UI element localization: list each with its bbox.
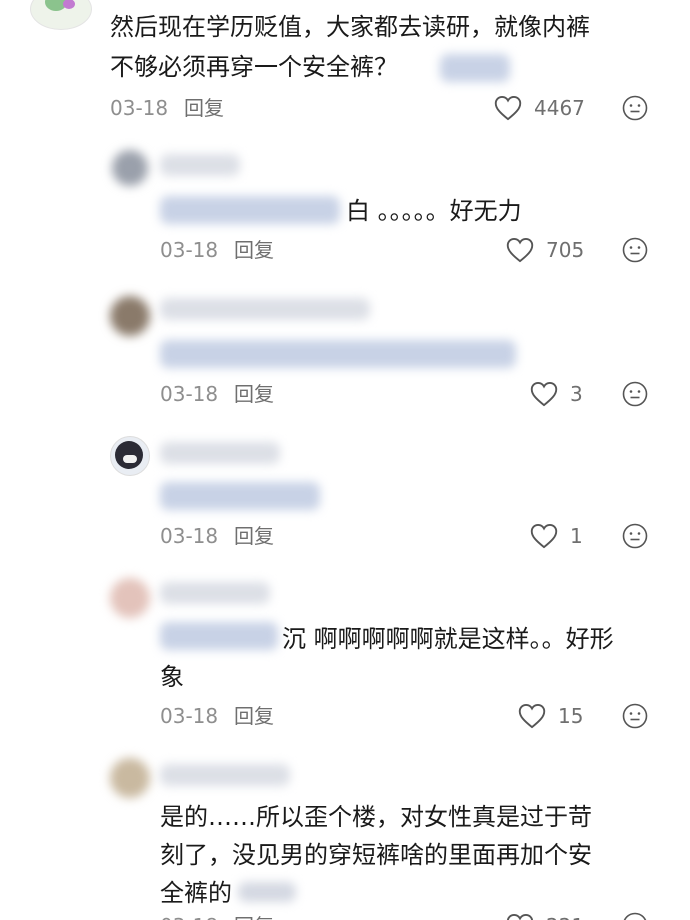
reply-button[interactable]: 回复 [234, 236, 274, 264]
like-count: 705 [546, 238, 585, 262]
like-count: 221 [546, 914, 584, 920]
heart-outline-icon [494, 95, 522, 121]
avatar[interactable] [30, 0, 92, 30]
reply-button[interactable]: 回复 [234, 702, 274, 730]
heart-outline-icon [506, 913, 534, 920]
blurred-username [160, 582, 270, 604]
reply-button[interactable]: 回复 [234, 522, 274, 550]
emoji-face-icon[interactable] [622, 703, 648, 729]
blurred-username [160, 442, 280, 464]
avatar[interactable] [110, 758, 150, 798]
comment-text: 不够必须再穿一个安全裤？ [110, 53, 398, 81]
blurred-username [160, 154, 240, 176]
comment-date: 03-18 [160, 238, 219, 262]
like-count: 15 [558, 704, 584, 728]
like-count: 1 [570, 524, 583, 548]
like-button[interactable]: 3 [530, 380, 583, 408]
comment-text: 然后现在学历贬值，大家都去读研，就像内裤 [110, 13, 590, 41]
blurred-username [160, 764, 290, 786]
heart-outline-icon [530, 381, 558, 407]
avatar[interactable] [110, 436, 150, 476]
blurred-text [160, 622, 278, 650]
emoji-face-icon[interactable] [622, 95, 648, 121]
heart-outline-icon [530, 523, 558, 549]
cut-off-action-row: 03-18 回复 221 [0, 912, 690, 920]
avatar[interactable] [112, 150, 148, 186]
emoji-face-icon[interactable] [622, 381, 648, 407]
comment-text: 全裤的 [160, 879, 232, 907]
like-button[interactable]: 221 [506, 912, 584, 920]
blurred-username [160, 298, 370, 320]
emoji-face-icon[interactable] [622, 237, 648, 263]
heart-outline-icon [518, 703, 546, 729]
blurred-text [160, 340, 516, 368]
like-count: 4467 [534, 96, 585, 120]
blurred-text [160, 482, 320, 510]
like-button[interactable]: 705 [506, 236, 584, 264]
avatar[interactable] [110, 578, 150, 618]
reply-button[interactable]: 回复 [184, 94, 224, 122]
comment-date: 03-18 [160, 524, 219, 548]
avatar[interactable] [110, 296, 150, 336]
emoji-face-icon[interactable] [622, 912, 648, 920]
heart-outline-icon [506, 237, 534, 263]
comment-date: 03-18 [160, 704, 219, 728]
comment-text: 沉 啊啊啊啊啊就是这样。。好形 [282, 625, 614, 653]
like-button[interactable]: 15 [518, 702, 583, 730]
reply-button[interactable]: 回复 [234, 380, 274, 408]
like-button[interactable]: 1 [530, 522, 583, 550]
comment-text: 刻了，没见男的穿短裤啥的里面再加个安 [160, 841, 592, 869]
blurred-mention [440, 54, 510, 82]
like-count: 3 [570, 382, 583, 406]
comment-text: 象 [160, 663, 184, 691]
comment-date: 03-18 [110, 96, 169, 120]
like-button[interactable]: 4467 [494, 94, 585, 122]
comment-date: 03-18 [160, 382, 219, 406]
reply-button[interactable]: 回复 [234, 912, 274, 920]
comment-text: 白 。。。。。好无力 [346, 197, 522, 225]
comment-date: 03-18 [160, 912, 218, 920]
comment-text: 是的……所以歪个楼，对女性真是过于苛 [160, 803, 592, 831]
emoji-face-icon[interactable] [622, 523, 648, 549]
blurred-text [238, 882, 296, 902]
blurred-text [160, 196, 340, 224]
